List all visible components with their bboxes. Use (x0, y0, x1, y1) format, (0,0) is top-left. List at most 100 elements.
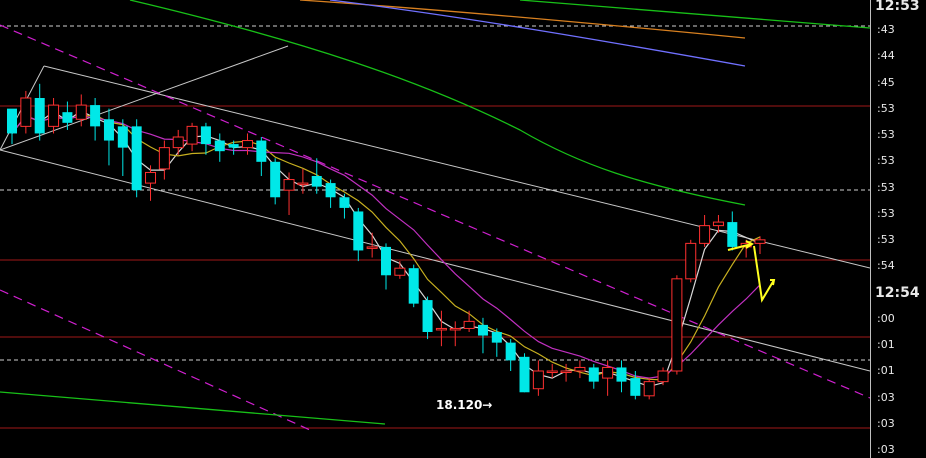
dashed-trend-lower (0, 289, 311, 431)
candle (339, 193, 350, 219)
candle-body (532, 370, 544, 390)
candle-body (241, 140, 253, 149)
candle (602, 360, 614, 396)
candle (325, 179, 336, 208)
candle-body (103, 119, 114, 141)
candle (422, 296, 433, 340)
candle-body (75, 104, 87, 120)
candle (200, 122, 211, 155)
candle-body (34, 98, 45, 134)
time-tick: :01 (877, 364, 895, 378)
candle (256, 137, 267, 176)
candle-body (311, 176, 322, 187)
candle-body (477, 324, 488, 336)
candle-body (186, 125, 198, 145)
arrow-down-icon (753, 245, 776, 303)
candle-body (435, 327, 447, 331)
long-ma-blue (329, 0, 746, 67)
candle-body (408, 268, 419, 304)
candle-body (353, 211, 364, 251)
time-tick: :03 (877, 390, 895, 404)
price-chart-plot (0, 0, 870, 431)
candle-body (228, 144, 239, 148)
candle-body (297, 182, 309, 186)
candle-body (394, 267, 406, 276)
time-tick: :01 (877, 338, 895, 352)
candle-body (7, 108, 17, 134)
candle-body (616, 367, 627, 382)
candle (657, 367, 669, 386)
candle-body (685, 242, 697, 280)
candle-body (131, 126, 142, 191)
candle-body (574, 366, 586, 372)
candle-body (727, 222, 738, 247)
candle (491, 328, 502, 357)
candle-body (366, 246, 378, 249)
candle (685, 239, 697, 283)
candle-body (671, 278, 683, 372)
candle-body (283, 179, 295, 191)
candle-body (712, 221, 724, 227)
candle-body (422, 300, 433, 332)
candle-body (62, 112, 73, 123)
candle-body (657, 370, 669, 383)
candle-body (699, 225, 711, 244)
candle-body (145, 171, 157, 184)
time-tick: :53 (877, 206, 895, 220)
long-ma-green (129, 0, 746, 206)
dashed-trend-upper (0, 24, 870, 399)
gridlines (0, 25, 870, 429)
candle-body (630, 378, 641, 396)
candle-body (20, 97, 32, 127)
candle (228, 140, 239, 155)
candle (20, 90, 32, 134)
candle (131, 119, 142, 198)
candle (394, 261, 406, 279)
candle-body (117, 126, 128, 148)
candle (449, 321, 461, 347)
candle (353, 207, 364, 262)
candle (519, 353, 530, 393)
candle-body (200, 126, 211, 145)
low-price-annotation: 18.120→ (436, 398, 493, 412)
time-tick-major: 12:54 (875, 284, 920, 301)
candle (158, 140, 170, 180)
time-tick: :53 (877, 128, 895, 142)
time-tick: :00 (877, 311, 895, 325)
time-tick: :44 (877, 49, 895, 63)
candle-body (339, 197, 350, 208)
candle (90, 98, 101, 141)
candle-body (602, 366, 614, 379)
candle (381, 243, 391, 290)
candle-body (381, 246, 391, 276)
time-tick: :03 (877, 443, 895, 456)
candle-body (560, 370, 572, 373)
candle (616, 360, 627, 393)
candle (48, 98, 60, 134)
time-tick: :53 (877, 180, 895, 194)
candle-body (505, 342, 516, 361)
candle-body (546, 370, 558, 373)
candle (103, 108, 114, 166)
time-tick-major: 12:53 (875, 0, 920, 14)
time-tick: :53 (877, 101, 895, 115)
candle-body (214, 140, 225, 152)
bottom-ma-green (0, 391, 386, 425)
yellow-arrows (727, 240, 776, 303)
candle-body (270, 161, 281, 198)
time-tick: :03 (877, 416, 895, 430)
candle (270, 158, 281, 205)
candle (186, 122, 198, 152)
candle (117, 119, 128, 176)
candle (574, 360, 586, 379)
candle-body (256, 140, 267, 162)
candle-body (158, 147, 170, 170)
candle (699, 215, 711, 247)
candle-body (449, 327, 461, 331)
candle (463, 310, 475, 332)
candle-body (90, 105, 101, 127)
candle (727, 211, 738, 251)
candle (643, 378, 655, 400)
candle (241, 133, 253, 155)
candle (297, 168, 309, 194)
